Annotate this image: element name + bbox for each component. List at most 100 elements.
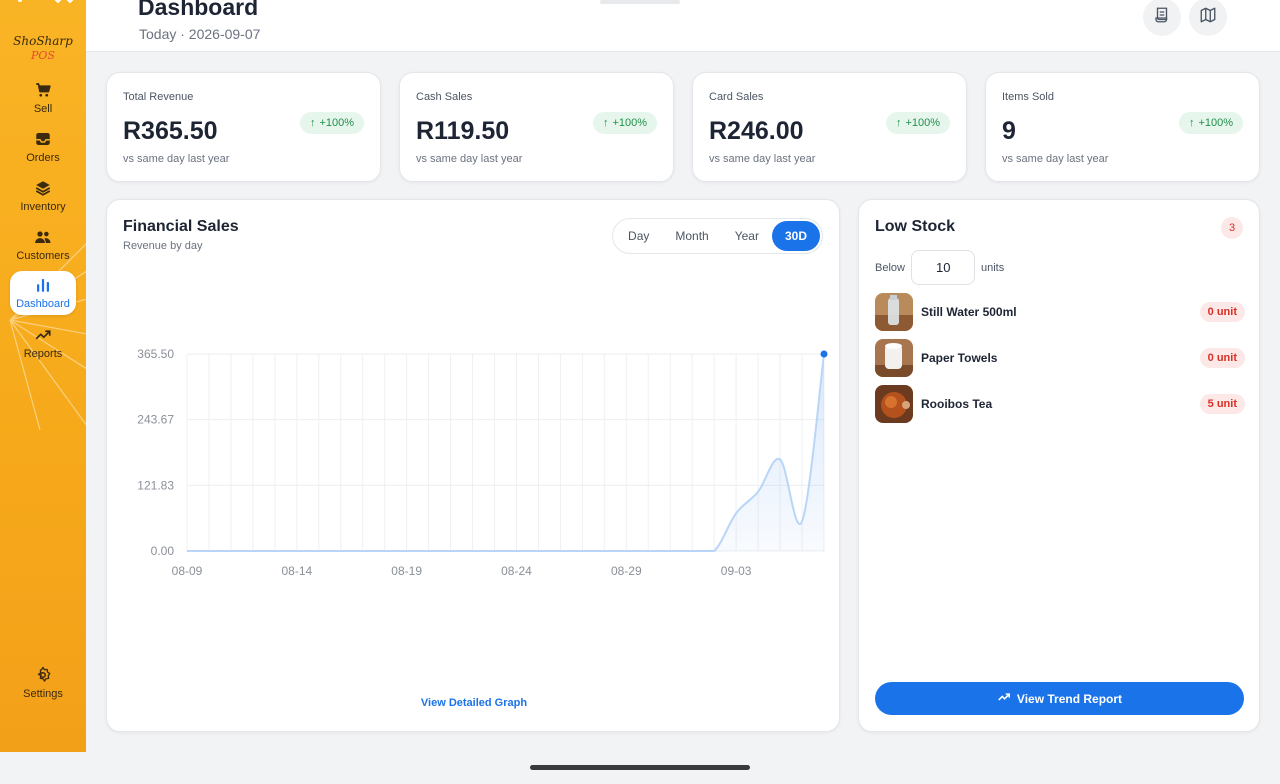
brand-name: ShoSharp xyxy=(13,34,73,48)
range-selector: Day Month Year 30D xyxy=(612,218,823,254)
sidebar-item-sell[interactable]: Sell xyxy=(10,76,76,120)
page-title: Dashboard xyxy=(138,0,259,20)
product-thumbnail xyxy=(875,293,913,331)
sidebar-item-label: Settings xyxy=(23,688,63,700)
kpi-note: vs same day last year xyxy=(123,153,230,165)
list-item[interactable]: Still Water 500ml 0 unit xyxy=(875,293,1245,331)
card-subtitle: Revenue by day xyxy=(123,240,203,252)
y-tick-label: 121.83 xyxy=(137,478,174,492)
home-indicator xyxy=(530,765,750,770)
change-value: +100% xyxy=(319,117,354,129)
brand-logo: ShoSharp POS xyxy=(0,34,86,62)
sidebar-item-label: Inventory xyxy=(20,201,66,213)
kpi-label: Total Revenue xyxy=(123,91,194,103)
list-item[interactable]: Rooibos Tea 5 unit xyxy=(875,385,1245,423)
view-detailed-graph-link[interactable]: View Detailed Graph xyxy=(107,697,841,709)
product-name: Paper Towels xyxy=(921,351,998,365)
list-item[interactable]: Paper Towels 0 unit xyxy=(875,339,1245,377)
sidebar-item-reports[interactable]: Reports xyxy=(10,321,76,365)
change-badge: ↑ +100% xyxy=(885,112,950,134)
kpi-value: R119.50 xyxy=(416,117,510,145)
change-value: +100% xyxy=(905,117,940,129)
layers-icon xyxy=(34,179,52,197)
arrow-up-icon: ↑ xyxy=(309,117,316,129)
inbox-icon xyxy=(34,130,52,148)
sidebar-item-orders[interactable]: Orders xyxy=(10,125,76,169)
sidebar-item-inventory[interactable]: Inventory xyxy=(10,174,76,218)
x-tick-label: 08-19 xyxy=(391,564,422,578)
revenue-chart: 0.00 121.83 243.67 365.50 08-09 08-14 08-19 08-… xyxy=(137,347,828,578)
sidebar-item-label: Orders xyxy=(26,152,60,164)
button-label: View Trend Report xyxy=(1016,691,1123,706)
stock-badge: 5 unit xyxy=(1199,394,1245,414)
series-line xyxy=(186,353,825,552)
change-badge: ↑ +100% xyxy=(592,112,657,134)
kpi-card-card-sales: Card Sales R246.00 vs same day last year… xyxy=(692,72,967,182)
brand-sub: POS xyxy=(31,49,55,62)
kpi-note: vs same day last year xyxy=(709,153,816,165)
arrow-up-icon: ↑ xyxy=(895,117,902,129)
sidebar-item-dashboard[interactable]: Dashboard xyxy=(10,271,76,315)
x-tick-label: 08-29 xyxy=(611,564,642,578)
change-badge: ↑ +100% xyxy=(1178,112,1243,134)
latest-data-point xyxy=(820,350,828,358)
status-dots-icon xyxy=(18,0,74,4)
y-tick-label: 243.67 xyxy=(137,413,174,427)
x-tick-label: 09-03 xyxy=(721,564,752,578)
top-header: Dashboard Today · 2026-09-07 xyxy=(86,0,1280,52)
kpi-card-total-revenue: Total Revenue R365.50 vs same day last y… xyxy=(106,72,381,182)
receipt-button[interactable] xyxy=(1143,0,1181,36)
threshold-input[interactable] xyxy=(910,250,975,285)
map-icon xyxy=(1199,6,1217,29)
bar-chart-icon xyxy=(34,276,52,294)
sidebar-item-label: Sell xyxy=(33,103,53,115)
change-value: +100% xyxy=(612,117,647,129)
product-thumbnail xyxy=(875,339,913,377)
range-month-button[interactable]: Month xyxy=(662,221,721,251)
map-button[interactable] xyxy=(1189,0,1227,36)
users-icon xyxy=(34,228,52,246)
arrow-up-icon: ↑ xyxy=(602,117,609,129)
kpi-note: vs same day last year xyxy=(1002,153,1109,165)
gear-icon xyxy=(34,666,52,684)
low-stock-count-badge: 3 xyxy=(1221,217,1243,239)
card-title: Financial Sales xyxy=(123,218,239,235)
top-handle xyxy=(600,0,680,4)
view-trend-report-button[interactable]: View Trend Report xyxy=(875,682,1244,715)
card-title: Low Stock xyxy=(875,218,956,235)
page-date: Today · 2026-09-07 xyxy=(139,26,261,42)
low-stock-card: Low Stock 3 Below units Still Water 500m… xyxy=(858,199,1260,732)
threshold-row: Below units xyxy=(875,250,1004,285)
cart-icon xyxy=(34,81,52,99)
trend-icon xyxy=(34,326,52,344)
kpi-card-cash-sales: Cash Sales R119.50 vs same day last year… xyxy=(399,72,674,182)
stock-badge: 0 unit xyxy=(1199,348,1245,368)
x-tick-label: 08-24 xyxy=(501,564,532,578)
kpi-value: 9 xyxy=(1002,117,1016,145)
kpi-value: R365.50 xyxy=(123,117,218,145)
range-day-button[interactable]: Day xyxy=(615,221,662,251)
receipt-icon xyxy=(1153,6,1171,29)
sidebar-item-label: Reports xyxy=(23,348,63,360)
below-label: Below xyxy=(875,261,905,274)
sidebar-item-label: Dashboard xyxy=(16,298,70,310)
kpi-label: Items Sold xyxy=(1002,91,1054,103)
x-tick-label: 08-09 xyxy=(172,564,203,578)
kpi-note: vs same day last year xyxy=(416,153,523,165)
range-30d-button[interactable]: 30D xyxy=(771,221,820,251)
change-badge: ↑ +100% xyxy=(299,112,364,134)
trend-icon xyxy=(997,690,1011,707)
range-year-button[interactable]: Year xyxy=(722,221,772,251)
sidebar: ShoSharp POS Sell Orders Inventory Custo… xyxy=(0,0,86,752)
product-thumbnail xyxy=(875,385,913,423)
kpi-label: Cash Sales xyxy=(416,91,473,103)
sidebar-item-customers[interactable]: Customers xyxy=(10,223,76,267)
product-name: Rooibos Tea xyxy=(921,397,993,411)
kpi-value: R246.00 xyxy=(709,117,804,145)
kpi-card-items-sold: Items Sold 9 vs same day last year ↑ +100… xyxy=(985,72,1260,182)
stock-badge: 0 unit xyxy=(1199,302,1245,322)
sidebar-item-settings[interactable]: Settings xyxy=(10,661,76,705)
financial-sales-card: Financial Sales Revenue by day Day Month… xyxy=(106,199,840,732)
x-tick-label: 08-14 xyxy=(281,564,312,578)
product-name: Still Water 500ml xyxy=(921,305,1017,319)
